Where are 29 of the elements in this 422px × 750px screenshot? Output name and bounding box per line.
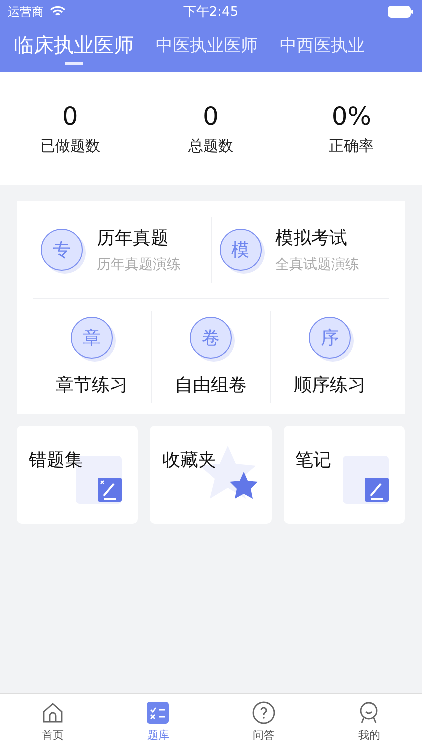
item-title[interactable]: 顺序练习 (294, 372, 366, 396)
collection-title: 错题集 (29, 450, 83, 471)
item-title[interactable]: 历年真题 (97, 226, 181, 250)
wifi-icon (50, 6, 66, 18)
nav-label[interactable]: 我的 (358, 728, 380, 743)
stat-label: 已做题数 (40, 136, 100, 156)
item-title[interactable]: 模拟考试 (276, 226, 360, 250)
stat-value: 0 (203, 102, 219, 130)
checklist-icon (146, 701, 170, 725)
collection-title: 笔记 (296, 450, 332, 471)
collection-title: 收藏夹 (162, 450, 216, 471)
nav-label[interactable]: 问答 (252, 728, 275, 743)
item-subtitle: 历年真题演练 (97, 256, 181, 274)
item-title[interactable]: 自由组卷 (175, 372, 247, 396)
collection-card[interactable]: 错题集 (17, 426, 138, 524)
collection-card[interactable]: 收藏夹 (150, 426, 272, 524)
collection-card[interactable]: 笔记 (284, 426, 405, 524)
stat-label: 正确率 (329, 136, 374, 156)
item-subtitle: 全真试题演练 (276, 256, 360, 274)
stat-label: 总题数 (188, 136, 234, 156)
item-title[interactable]: 章节练习 (56, 372, 128, 396)
stat-value: 0% (332, 102, 372, 130)
help-icon (252, 701, 276, 725)
home-icon (40, 701, 65, 725)
stat-value: 0 (62, 102, 78, 130)
nav-label[interactable]: 首页 (42, 728, 64, 743)
status-time: 下午2:45 (183, 4, 239, 21)
carrier-name: 运营商 (8, 4, 44, 20)
battery-icon (388, 6, 414, 18)
